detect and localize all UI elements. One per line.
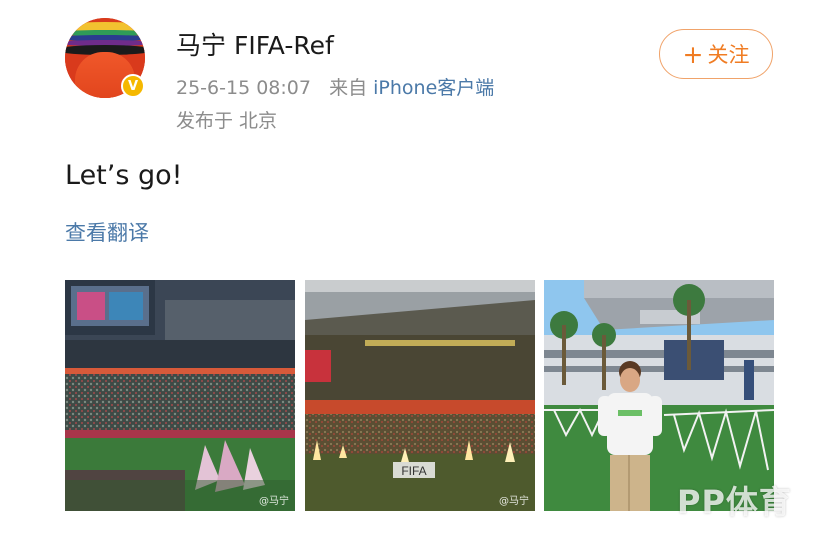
brand-watermark: PP体育 xyxy=(677,483,792,521)
photo-watermark: @马宁 xyxy=(499,496,529,507)
verified-badge-icon: V xyxy=(121,74,145,98)
post-location: 发布于 北京 xyxy=(176,110,278,132)
post-text: Let’s go! xyxy=(65,160,183,191)
svg-text:FIFA: FIFA xyxy=(401,464,426,478)
view-translation-link[interactable]: 查看翻译 xyxy=(65,217,149,247)
stadium-fireworks-photo: FIFA xyxy=(305,280,535,511)
follow-button-label: 关注 xyxy=(707,43,750,67)
post-photo-2[interactable]: FIFA @马宁 xyxy=(305,280,535,511)
source-client-link[interactable]: iPhone客户端 xyxy=(373,77,494,99)
avatar[interactable]: V xyxy=(65,18,145,98)
stadium-ceremony-photo xyxy=(65,280,295,511)
username[interactable]: 马宁 FIFA-Ref xyxy=(176,26,334,62)
post-photo-1[interactable]: @马宁 xyxy=(65,280,295,511)
post-timestamp: 25-6-15 08:07 xyxy=(176,77,311,99)
photo-watermark: @马宁 xyxy=(259,496,289,507)
source-prefix: 来自 xyxy=(329,77,368,99)
follow-button[interactable]: + 关注 xyxy=(659,29,773,79)
post-meta: 25-6-15 08:07 来自 iPhone客户端 xyxy=(176,73,494,100)
plus-icon: + xyxy=(682,39,704,69)
